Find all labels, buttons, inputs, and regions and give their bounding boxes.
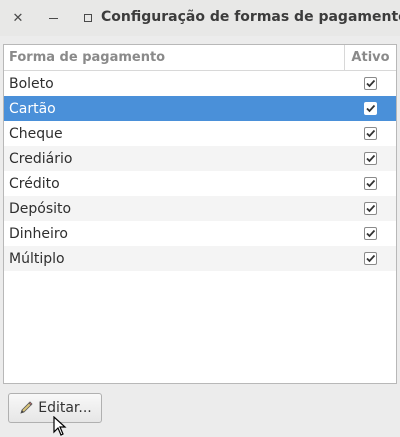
active-checkbox[interactable] <box>364 177 377 190</box>
minimize-button[interactable] <box>42 7 64 29</box>
checkmark-icon <box>366 154 376 163</box>
active-checkbox[interactable] <box>364 227 377 240</box>
active-cell <box>345 202 396 215</box>
checkmark-icon <box>366 254 376 263</box>
active-checkbox[interactable] <box>364 127 377 140</box>
active-cell <box>345 152 396 165</box>
close-icon: ✕ <box>12 10 24 26</box>
payment-method-name: Boleto <box>9 75 54 92</box>
checkmark-icon <box>366 179 376 188</box>
table-row[interactable]: Múltiplo <box>4 246 396 271</box>
title-bar: ✕ Configuração de formas de pagamento <box>0 0 400 36</box>
active-checkbox[interactable] <box>364 152 377 165</box>
active-cell <box>345 252 396 265</box>
payment-method-name: Crédito <box>9 175 60 192</box>
list-header: Forma de pagamento Ativo <box>4 45 396 71</box>
payment-methods-list[interactable]: Forma de pagamento Ativo Boleto Cartão Che… <box>3 44 397 384</box>
payment-method-name: Cheque <box>9 125 63 142</box>
table-row[interactable]: Cheque <box>4 121 396 146</box>
table-row[interactable]: Dinheiro <box>4 221 396 246</box>
mouse-cursor-icon <box>53 416 67 436</box>
table-row[interactable]: Boleto <box>4 71 396 96</box>
edit-button-label: Editar... <box>38 400 92 416</box>
column-header-payment-method[interactable]: Forma de pagamento <box>4 45 345 70</box>
table-row[interactable]: Depósito <box>4 196 396 221</box>
payment-method-name: Crediário <box>9 150 73 167</box>
active-checkbox[interactable] <box>364 102 377 115</box>
maximize-icon <box>84 14 92 22</box>
active-cell <box>345 177 396 190</box>
active-cell <box>345 102 396 115</box>
window-title: Configuração de formas de pagamento <box>101 9 400 25</box>
active-checkbox[interactable] <box>364 252 377 265</box>
active-checkbox[interactable] <box>364 77 377 90</box>
checkmark-icon <box>366 204 376 213</box>
payment-method-name: Cartão <box>9 100 56 117</box>
column-header-active[interactable]: Ativo <box>345 45 396 70</box>
active-cell <box>345 127 396 140</box>
active-cell <box>345 77 396 90</box>
payment-method-name: Múltiplo <box>9 250 65 267</box>
table-row[interactable]: Crédito <box>4 171 396 196</box>
checkmark-icon <box>366 229 376 238</box>
table-row[interactable]: Cartão <box>4 96 396 121</box>
checkmark-icon <box>366 104 376 113</box>
pencil-icon <box>20 401 33 414</box>
minimize-icon <box>48 17 58 19</box>
checkmark-icon <box>366 79 376 88</box>
close-button[interactable]: ✕ <box>7 7 29 29</box>
table-row[interactable]: Crediário <box>4 146 396 171</box>
active-cell <box>345 227 396 240</box>
maximize-button[interactable] <box>77 7 99 29</box>
payment-method-name: Dinheiro <box>9 225 68 242</box>
payment-method-name: Depósito <box>9 200 72 217</box>
active-checkbox[interactable] <box>364 202 377 215</box>
checkmark-icon <box>366 129 376 138</box>
list-rows: Boleto Cartão Cheque Crediário Crédito Depósi… <box>4 71 396 271</box>
